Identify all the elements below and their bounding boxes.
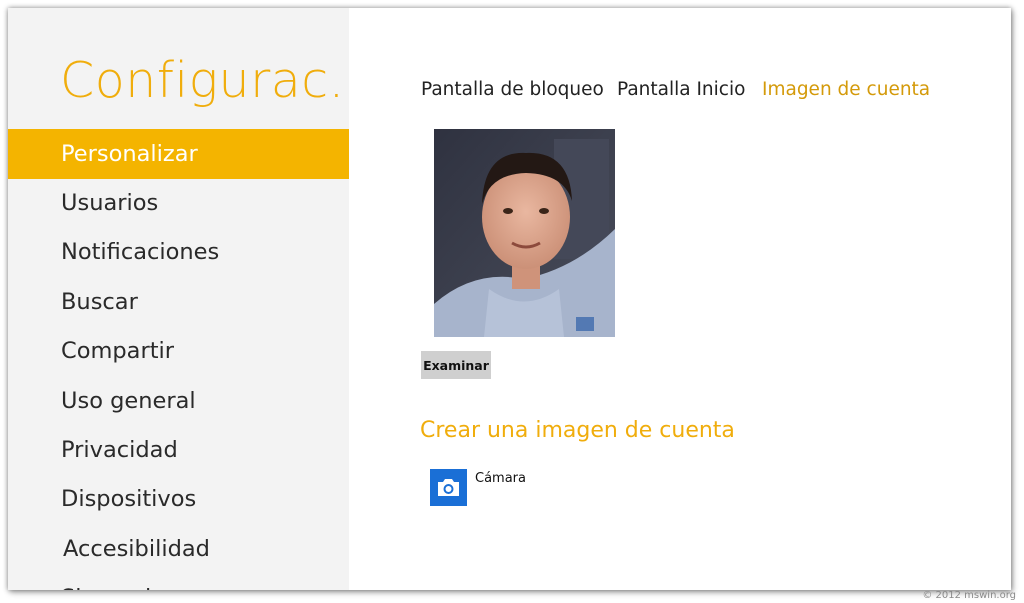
nav-item-privacidad[interactable]: Privacidad xyxy=(8,425,349,475)
nav-item-uso-general[interactable]: Uso general xyxy=(8,376,349,426)
nav-item-sincronizar[interactable]: Sincronizar xyxy=(8,573,349,590)
app-title: Configurac... xyxy=(60,52,349,109)
camera-app-label[interactable]: Cámara xyxy=(475,471,526,486)
browse-button[interactable]: Examinar xyxy=(421,351,491,379)
tab-pantalla-de-bloqueo[interactable]: Pantalla de bloqueo xyxy=(421,79,604,100)
nav-item-dispositivos[interactable]: Dispositivos xyxy=(8,474,349,524)
create-account-picture-heading: Crear una imagen de cuenta xyxy=(420,418,735,443)
tab-imagen-de-cuenta[interactable]: Imagen de cuenta xyxy=(762,79,930,100)
watermark: © 2012 mswin.org xyxy=(922,590,1016,601)
account-picture-image xyxy=(434,129,615,337)
settings-nav-pane: Configurac... Personalizar Usuarios Noti… xyxy=(8,8,349,590)
account-picture xyxy=(434,129,615,337)
settings-window: Configurac... Personalizar Usuarios Noti… xyxy=(8,8,1011,590)
nav-item-accesibilidad[interactable]: Accesibilidad xyxy=(8,524,349,574)
nav-item-notificaciones[interactable]: Notificaciones xyxy=(8,227,349,277)
camera-app-tile[interactable] xyxy=(430,469,467,506)
tab-pantalla-inicio[interactable]: Pantalla Inicio xyxy=(617,79,745,100)
nav-item-usuarios[interactable]: Usuarios xyxy=(8,178,349,228)
nav-item-compartir[interactable]: Compartir xyxy=(8,326,349,376)
nav-item-personalizar[interactable]: Personalizar xyxy=(8,129,349,179)
account-picture-page: Pantalla de bloqueo Pantalla Inicio Imag… xyxy=(349,8,1011,590)
camera-icon xyxy=(438,479,459,496)
nav-item-buscar[interactable]: Buscar xyxy=(8,277,349,327)
